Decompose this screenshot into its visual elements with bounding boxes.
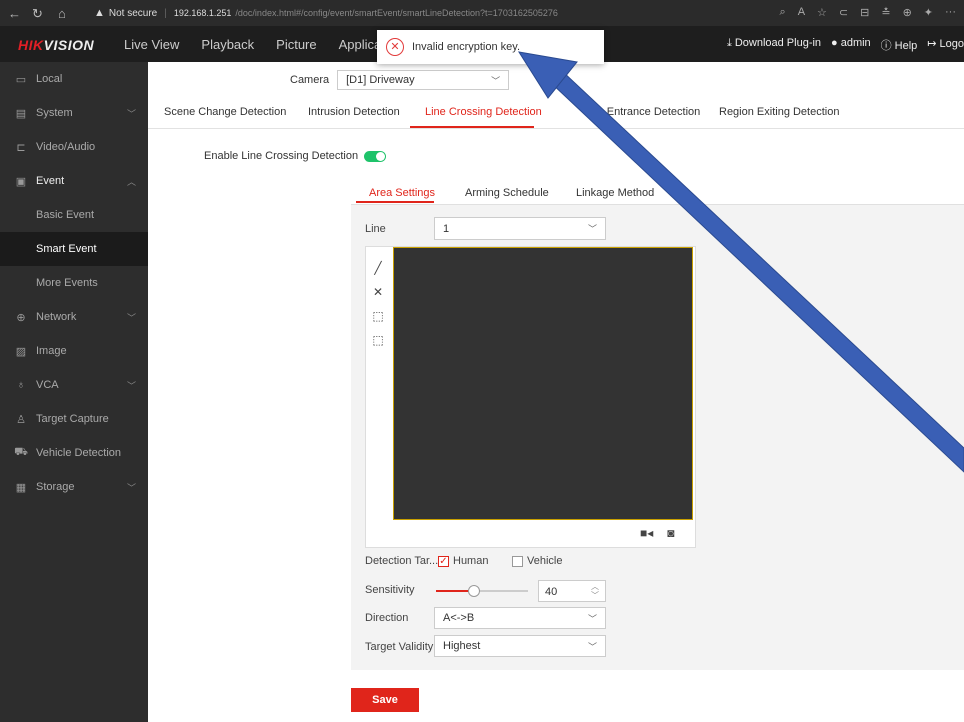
annotation-arrow-shaft xyxy=(547,69,964,473)
annotation-arrow xyxy=(517,51,964,473)
